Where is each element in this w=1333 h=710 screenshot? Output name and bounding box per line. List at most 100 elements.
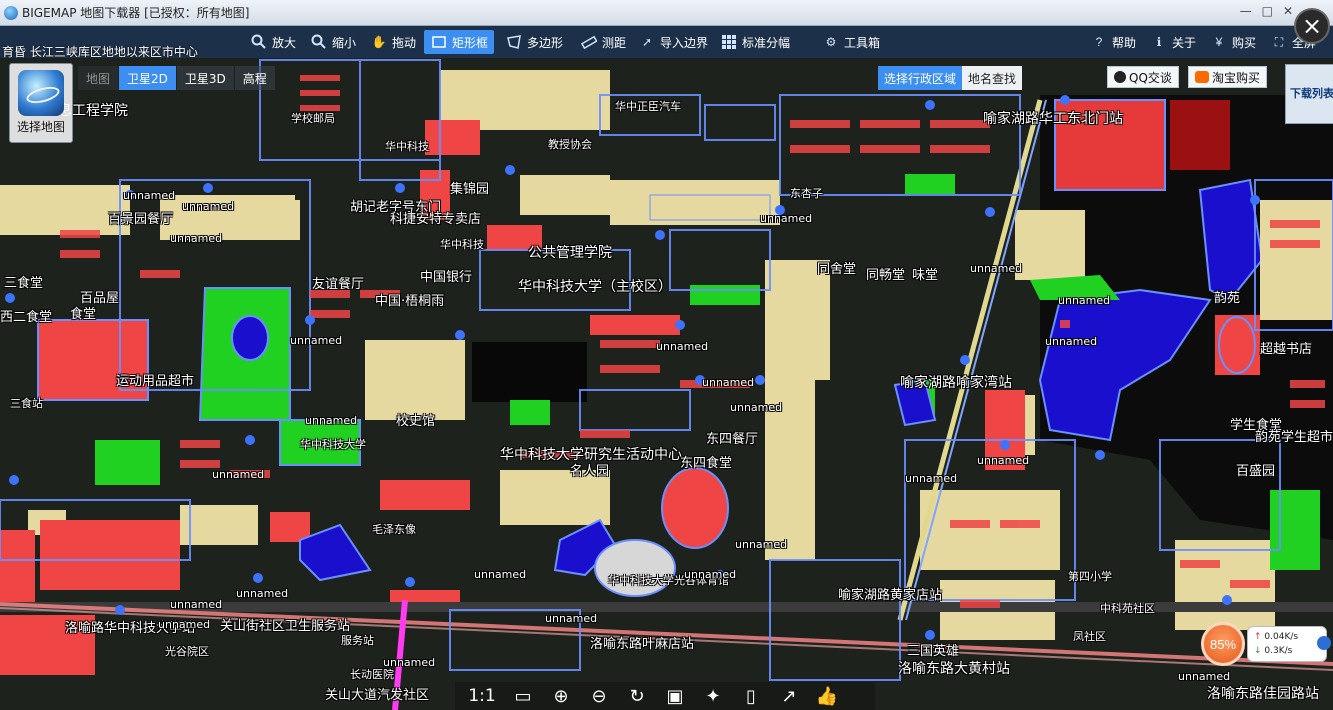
gear-icon: ⚙ xyxy=(825,35,837,49)
share-icon[interactable]: ↗ xyxy=(777,686,801,707)
title-bar: BIGEMAP 地图下载器 [已授权：所有地图] — □ ✕ xyxy=(0,0,1333,26)
map-label-unnamed: unnamed xyxy=(905,472,958,485)
zoom-out-button[interactable]: 缩小 xyxy=(310,30,356,54)
toolbox-button[interactable]: ⚙ 工具箱 xyxy=(822,30,880,54)
about-button[interactable]: ℹ 关于 xyxy=(1150,30,1196,54)
tab-select-region[interactable]: 选择行政区域 xyxy=(878,66,963,90)
help-icon: ? xyxy=(1095,35,1103,49)
map-label: 服务站 xyxy=(341,634,374,647)
window-close-button[interactable]: ✕ xyxy=(1283,4,1293,18)
tab-elevation[interactable]: 高程 xyxy=(234,66,275,90)
map-label: 喻家湖路黄家店站 xyxy=(838,588,943,603)
tab-place-search[interactable]: 地名查找 xyxy=(962,66,1023,90)
map-label-unnamed: unnamed xyxy=(735,538,788,551)
qq-chat-button[interactable]: QQ交谈 xyxy=(1107,66,1179,88)
map-label: 科捷安特专卖店 xyxy=(390,212,482,227)
tab-satellite-2d[interactable]: 卫星2D xyxy=(119,66,176,90)
map-label-unnamed: unnamed xyxy=(305,414,358,427)
map-label-unnamed: unnamed xyxy=(182,200,235,213)
ruler-icon xyxy=(580,33,598,51)
help-button[interactable]: ? 帮助 xyxy=(1090,30,1136,54)
standard-sheet-label: 标准分幅 xyxy=(742,35,791,50)
zoom-in-button[interactable]: 放大 xyxy=(250,30,296,54)
upload-rate: 0.04K/s xyxy=(1264,632,1299,642)
map-label: 第四小学 xyxy=(1068,570,1112,583)
map-label: 中国银行 xyxy=(420,270,473,285)
rectangle-select-button[interactable]: 矩形框 xyxy=(424,30,495,54)
map-label-unnamed: unnamed xyxy=(760,212,813,225)
hand-icon: ✋ xyxy=(371,35,387,49)
save-icon[interactable]: ▣ xyxy=(663,686,687,707)
map-label-unnamed: unnamed xyxy=(170,232,223,245)
help-label: 帮助 xyxy=(1112,35,1137,50)
zoom-out-label: 缩小 xyxy=(332,35,357,50)
buy-label: 购买 xyxy=(1232,35,1257,50)
main-toolbar: 放大 缩小 ✋ 拖动 矩形框 多边形 测距 ➚ 导入边界 标准分幅 ⚙ 工具箱 ? 帮助 xyxy=(0,26,1333,58)
polygon-button[interactable]: 多边形 xyxy=(505,30,563,54)
map-label-unnamed: unnamed xyxy=(1178,670,1231,683)
rotate-icon[interactable]: ↻ xyxy=(625,686,649,707)
bookmark-icon[interactable]: ✦ xyxy=(701,686,725,707)
map-label: 洛喻东路大黄村站 xyxy=(898,661,1010,677)
map-label: 韵苑 xyxy=(1214,291,1241,306)
image-viewer-toolbar: 1:1 ▭ ⊕ ⊖ ↻ ▣ ✦ ▯ ↗ 👍 xyxy=(455,682,875,710)
polygon-icon xyxy=(505,33,523,51)
qq-chat-label: QQ交谈 xyxy=(1129,70,1172,85)
standard-sheet-button[interactable]: 标准分幅 xyxy=(720,30,790,54)
toolbox-label: 工具箱 xyxy=(844,35,881,50)
map-selector-button[interactable]: 选择地图 xyxy=(9,63,73,143)
map-label: 公共管理学院 xyxy=(528,245,612,261)
zoom-in-icon[interactable]: ⊕ xyxy=(549,686,573,707)
app-logo-icon xyxy=(4,5,18,20)
map-label: 华中科技大学 xyxy=(300,438,366,451)
map-label: 友谊餐厅 xyxy=(312,277,365,292)
restore-button[interactable]: □ xyxy=(1262,4,1273,18)
actual-size-button[interactable]: 1:1 xyxy=(467,686,497,706)
map-label-unnamed: unnamed xyxy=(970,262,1023,275)
map-label: 华中科技 xyxy=(440,238,484,251)
map-label: 洛喻东路佳园路站 xyxy=(1207,686,1319,702)
taobao-icon xyxy=(1195,71,1209,83)
map-label: 光谷院区 xyxy=(165,645,209,658)
map-label-unnamed: unnamed xyxy=(977,454,1030,467)
map-type-tabs: 地图 卫星2D 卫星3D 高程 xyxy=(78,66,276,90)
taobao-buy-label: 淘宝购买 xyxy=(1212,70,1261,85)
upload-arrow-icon: ↑ xyxy=(1254,632,1262,642)
buy-button[interactable]: ¥ 购买 xyxy=(1210,30,1256,54)
map-label: 教授协会 xyxy=(548,138,592,151)
map-label: 同畅堂 xyxy=(866,268,906,283)
map-label: 三食站 xyxy=(10,397,43,410)
map-label: 华中科技大学（主校区） xyxy=(518,279,672,295)
map-selector-label: 选择地图 xyxy=(16,120,65,134)
zoom-out-icon[interactable]: ⊖ xyxy=(587,686,611,707)
import-boundary-button[interactable]: ➚ 导入边界 xyxy=(638,30,708,54)
grid-icon xyxy=(720,33,738,51)
map-label-unnamed: unnamed xyxy=(684,568,737,581)
crop-icon[interactable]: ▯ xyxy=(739,686,763,707)
map-label: 洛喻东路叶麻店站 xyxy=(590,637,695,652)
taobao-buy-button[interactable]: 淘宝购买 xyxy=(1188,66,1268,88)
map-label-unnamed: unnamed xyxy=(158,618,211,631)
like-icon[interactable]: 👍 xyxy=(815,686,839,707)
buy-icon: ¥ xyxy=(1215,35,1223,49)
map-label: 凤社区 xyxy=(1073,630,1106,643)
map-label-unnamed: unnamed xyxy=(212,468,265,481)
fit-screen-icon[interactable]: ▭ xyxy=(511,686,535,707)
download-rate: 0.3K/s xyxy=(1264,646,1293,656)
zoom-out-icon xyxy=(310,33,328,51)
tab-map[interactable]: 地图 xyxy=(78,66,119,90)
tab-satellite-3d[interactable]: 卫星3D xyxy=(176,66,234,90)
map-label: 学校邮局 xyxy=(291,112,335,125)
map-label-unnamed: unnamed xyxy=(236,587,289,600)
map-label: 韵苑学生超市 xyxy=(1255,430,1333,445)
measure-button[interactable]: 测距 xyxy=(580,30,626,54)
map-label-unnamed: unnamed xyxy=(474,568,527,581)
minimize-button[interactable]: — xyxy=(1240,4,1252,18)
close-icon[interactable]: × xyxy=(1294,8,1330,44)
map-label-unnamed: unnamed xyxy=(170,598,223,611)
download-list-panel[interactable]: 下载列表 xyxy=(1285,64,1333,124)
import-label: 导入边界 xyxy=(660,35,709,50)
map-label-unnamed: unnamed xyxy=(545,612,598,625)
about-label: 关于 xyxy=(1172,35,1197,50)
pan-button[interactable]: ✋ 拖动 xyxy=(370,30,417,54)
